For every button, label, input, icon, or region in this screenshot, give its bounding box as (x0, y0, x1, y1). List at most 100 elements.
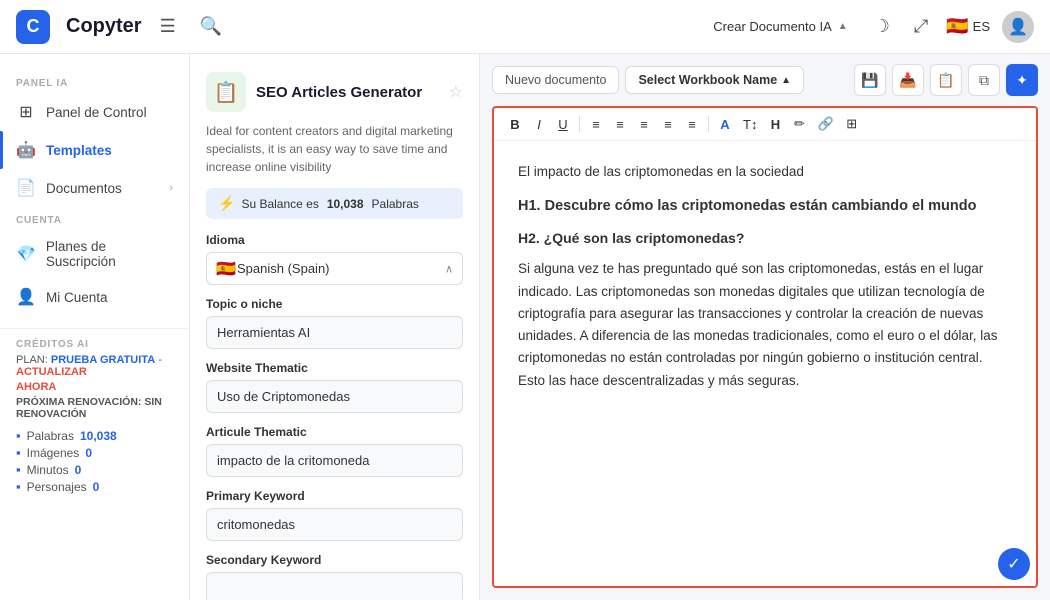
editor-content-area: B I U ≡ ≡ ≡ ≡ ≡ A T↕ H ✏ 🔗 ⊞ (492, 106, 1038, 588)
credits-section: CRÉDITOS AI PLAN: PRUEBA GRATUITA - ACTU… (0, 328, 189, 506)
font-color-button[interactable]: A (714, 115, 736, 134)
primary-keyword-field: Primary Keyword (190, 489, 479, 553)
main-layout: PANEL IA ⊞ Panel de Control 🤖 Templates … (0, 54, 1050, 600)
personajes-label: Personajes (27, 480, 87, 494)
search-icon[interactable]: 🔍 (194, 12, 228, 41)
tool-description: Ideal for content creators and digital m… (190, 122, 479, 188)
mi-cuenta-icon: 👤 (16, 287, 36, 307)
plan-update-link[interactable]: ACTUALIZAR (16, 366, 87, 378)
topic-field: Topic o niche (190, 297, 479, 361)
save-icon-button[interactable]: 💾 (854, 64, 886, 96)
logo-letter: C (27, 16, 40, 37)
italic-button[interactable]: I (528, 115, 550, 134)
website-input[interactable] (206, 380, 463, 413)
plan-sep: - (158, 354, 162, 366)
renov-label: PRÓXIMA RENOVACIÓN: SIN RENOVACIÓN (16, 396, 173, 420)
check-badge[interactable]: ✓ (998, 548, 1030, 580)
imagenes-label: Imágenes (27, 446, 80, 460)
editor-h2: H2. ¿Qué son las criptomonedas? (518, 227, 1012, 250)
tool-title: SEO Articles Generator (256, 84, 422, 101)
plan-update2[interactable]: AHORA (16, 381, 56, 393)
crear-documento-button[interactable]: Crear Documento IA ▲ (705, 15, 855, 38)
app-logo-text: Copyter (66, 15, 142, 38)
download-icon-button[interactable]: 📥 (892, 64, 924, 96)
secondary-keyword-field: Secondary Keyword (190, 553, 479, 600)
website-label: Website Thematic (206, 361, 463, 375)
balance-value: 10,038 (327, 197, 364, 211)
user-avatar[interactable]: 👤 (1002, 11, 1034, 43)
bold-button[interactable]: B (504, 115, 526, 134)
credit-personajes: ▪ Personajes 0 (16, 479, 173, 494)
editor-panel: Nuevo documento Select Workbook Name ▲ 💾… (480, 54, 1050, 600)
crear-caret-icon: ▲ (838, 21, 848, 32)
flag-icon: 🇪🇸 (946, 16, 968, 37)
duplicate-icon-button[interactable]: ⧉ (968, 64, 1000, 96)
balance-unit: Palabras (372, 197, 419, 211)
heading-button[interactable]: H (764, 115, 786, 134)
expand-icon[interactable]: ⤢ (908, 12, 934, 41)
tool-icon: 📋 (214, 80, 239, 105)
personajes-icon: ▪ (16, 479, 21, 494)
secondary-keyword-input[interactable] (206, 572, 463, 600)
idioma-field: Idioma Spanish (Spain) 🇪🇸 (190, 233, 479, 297)
tool-star-icon[interactable]: ☆ (449, 82, 463, 102)
topic-label: Topic o niche (206, 297, 463, 311)
panel-ia-label: PANEL IA (0, 70, 189, 93)
lang-code: ES (973, 19, 990, 34)
primary-keyword-input[interactable] (206, 508, 463, 541)
format-toolbar: B I U ≡ ≡ ≡ ≡ ≡ A T↕ H ✏ 🔗 ⊞ (494, 108, 1036, 141)
ai-generate-button[interactable]: ✦ (1006, 64, 1038, 96)
topic-input[interactable] (206, 316, 463, 349)
divider-2 (708, 116, 709, 132)
language-selector[interactable]: 🇪🇸 ES (946, 16, 990, 37)
menu-icon[interactable]: ☰ (154, 12, 182, 41)
personajes-value: 0 (93, 480, 100, 494)
editor-title: El impacto de las criptomonedas en la so… (518, 161, 1012, 183)
minutos-label: Minutos (27, 463, 69, 477)
align-left-button[interactable]: ≡ (585, 115, 607, 134)
doc-name-button[interactable]: Nuevo documento (492, 66, 619, 94)
crear-label: Crear Documento IA (713, 19, 832, 34)
editor-h1: H1. Descubre cómo las criptomonedas está… (518, 195, 1012, 219)
align-center-button[interactable]: ≡ (609, 115, 631, 134)
idioma-flag: 🇪🇸 (216, 259, 236, 279)
underline-button[interactable]: U (552, 115, 574, 134)
table-button[interactable]: ⊞ (841, 114, 863, 134)
plan-trial: PRUEBA GRATUITA (51, 354, 155, 366)
link-button[interactable]: 🔗 (812, 114, 838, 134)
documentos-arrow-icon: › (169, 182, 173, 194)
divider-1 (579, 116, 580, 132)
plan-text: PLAN: (16, 354, 48, 366)
middle-panel: 📋 SEO Articles Generator ☆ Ideal for con… (190, 54, 480, 600)
text-size-button[interactable]: T↕ (738, 115, 762, 134)
sidebar-item-mi-cuenta[interactable]: 👤 Mi Cuenta (0, 278, 189, 316)
credit-palabras: ▪ Palabras 10,038 (16, 428, 173, 443)
workbook-button[interactable]: Select Workbook Name ▲ (625, 66, 804, 94)
sidebar-item-documentos[interactable]: 📄 Documentos › (0, 169, 189, 207)
copy-icon-button[interactable]: 📋 (930, 64, 962, 96)
workbook-label: Select Workbook Name (638, 73, 777, 87)
templates-icon: 🤖 (16, 140, 36, 160)
article-input[interactable] (206, 444, 463, 477)
documentos-icon: 📄 (16, 178, 36, 198)
palabras-label: Palabras (27, 429, 74, 443)
sidebar-item-templates[interactable]: 🤖 Templates (0, 131, 189, 169)
planes-icon: 💎 (16, 244, 36, 264)
list-button[interactable]: ≡ (681, 115, 703, 134)
idioma-select-wrapper: Spanish (Spain) 🇪🇸 (206, 252, 463, 285)
editor-text-area[interactable]: El impacto de las criptomonedas en la so… (494, 141, 1036, 586)
align-right-button[interactable]: ≡ (633, 115, 655, 134)
workbook-caret-icon: ▲ (781, 75, 791, 86)
sidebar-item-planes[interactable]: 💎 Planes de Suscripción (0, 230, 189, 278)
planes-label: Planes de Suscripción (46, 239, 173, 269)
dark-mode-icon[interactable]: ☽ (868, 12, 896, 41)
secondary-keyword-label: Secondary Keyword (206, 553, 463, 567)
sidebar-item-panel-control[interactable]: ⊞ Panel de Control (0, 93, 189, 131)
idioma-select[interactable]: Spanish (Spain) (206, 252, 463, 285)
app-header: C Copyter ☰ 🔍 Crear Documento IA ▲ ☽ ⤢ 🇪… (0, 0, 1050, 54)
minutos-icon: ▪ (16, 462, 21, 477)
align-justify-button[interactable]: ≡ (657, 115, 679, 134)
mi-cuenta-label: Mi Cuenta (46, 290, 108, 305)
pen-button[interactable]: ✏ (788, 114, 810, 134)
idioma-label: Idioma (206, 233, 463, 247)
